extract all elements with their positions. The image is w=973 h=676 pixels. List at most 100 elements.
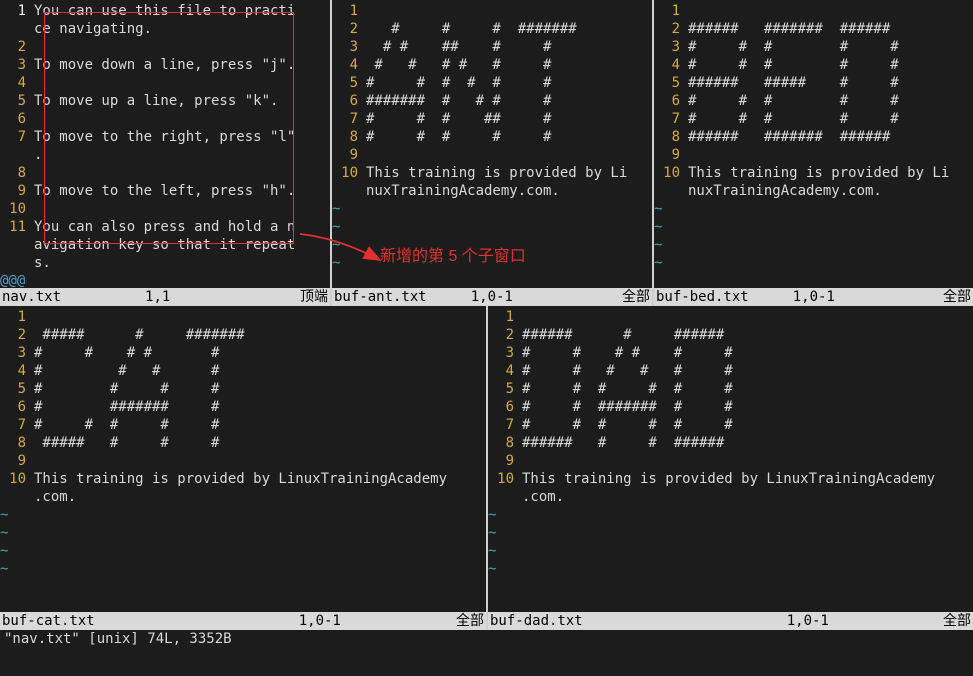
buffer-line[interactable]: 10This training is provided by LinuxTrai… — [488, 470, 973, 488]
buffer-line[interactable]: nuxTrainingAcademy.com. — [654, 182, 973, 200]
line-number: 3 — [488, 344, 522, 362]
buffer-line[interactable]: 3# # # # # # — [488, 344, 973, 362]
line-number: 1 — [488, 308, 522, 326]
buffer-line[interactable]: avigation key so that it repeat — [0, 236, 330, 254]
window-bed[interactable]: 12###### ####### ######3# # # # #4# # # … — [654, 0, 973, 306]
buffer-line[interactable]: 9 — [488, 452, 973, 470]
buffer-line[interactable]: 8 — [0, 164, 330, 182]
command-line[interactable]: "nav.txt" [unix] 74L, 3352B — [0, 630, 973, 648]
buffer-line[interactable]: 4# # # # # # — [488, 362, 973, 380]
window-ant[interactable]: 12 # # # #######3 # # ## # #4 # # # # # … — [332, 0, 652, 306]
line-text: This training is provided by LinuxTraini… — [34, 470, 447, 488]
buffer-line[interactable]: 10 — [0, 200, 330, 218]
buffer-cat[interactable]: 12 ##### # #######3# # # # #4# # # #5# #… — [0, 306, 486, 612]
buffer-dad[interactable]: 12###### # ######3# # # # # #4# # # # # … — [488, 306, 973, 612]
buffer-line[interactable]: 8###### ####### ###### — [654, 128, 973, 146]
status-percent: 全部 — [622, 288, 650, 306]
buffer-line[interactable]: 3To move down a line, press "j". — [0, 56, 330, 74]
buffer-line[interactable]: 11You can also press and hold a n — [0, 218, 330, 236]
buffer-line[interactable]: 7# # # # # # — [488, 416, 973, 434]
buffer-line[interactable]: 1 — [332, 2, 652, 20]
line-text: # # # # # # — [366, 56, 551, 74]
buffer-line[interactable]: 1 — [654, 2, 973, 20]
tilde-row: ~ — [488, 524, 973, 542]
buffer-line[interactable]: 6####### # # # # — [332, 92, 652, 110]
line-text: . — [34, 146, 42, 164]
line-number — [488, 488, 522, 506]
buffer-line[interactable]: 4# # # # # — [654, 56, 973, 74]
status-pos: 1,0-1 — [793, 288, 835, 306]
line-text: s. — [34, 254, 51, 272]
buffer-line[interactable]: 1 — [0, 308, 486, 326]
line-number: 5 — [488, 380, 522, 398]
window-cat[interactable]: 12 ##### # #######3# # # # #4# # # #5# #… — [0, 306, 486, 630]
buffer-line[interactable]: 4# # # # — [0, 362, 486, 380]
status-bed: buf-bed.txt 1,0-1 全部 — [654, 288, 973, 306]
buffer-line[interactable]: 8 ##### # # # — [0, 434, 486, 452]
buffer-line[interactable]: 10This training is provided by Li — [332, 164, 652, 182]
buffer-line[interactable]: 5# # # # # # — [488, 380, 973, 398]
status-percent: 全部 — [943, 288, 971, 306]
line-text: You can use this file to practi — [34, 2, 295, 20]
buffer-line[interactable]: 9To move to the left, press "h". — [0, 182, 330, 200]
tilde-row: ~ — [488, 560, 973, 578]
buffer-line[interactable]: 6 — [0, 110, 330, 128]
line-text: # # # # # # — [522, 416, 733, 434]
window-dad[interactable]: 12###### # ######3# # # # # #4# # # # # … — [488, 306, 973, 630]
buffer-line[interactable]: 7To move to the right, press "l" — [0, 128, 330, 146]
status-percent: 顶端 — [300, 288, 328, 306]
buffer-line[interactable]: 2 — [0, 38, 330, 56]
buffer-line[interactable]: 3# # # # # — [654, 38, 973, 56]
buffer-line[interactable]: .com. — [0, 488, 486, 506]
line-number: 4 — [332, 56, 366, 74]
buffer-line[interactable]: 4 — [0, 74, 330, 92]
line-number: 1 — [654, 2, 688, 20]
buffer-line[interactable]: 1You can use this file to practi — [0, 2, 330, 20]
buffer-line[interactable]: 10This training is provided by LinuxTrai… — [0, 470, 486, 488]
line-number: 8 — [654, 128, 688, 146]
line-number: 7 — [332, 110, 366, 128]
buffer-nav[interactable]: 1You can use this file to practice navig… — [0, 0, 330, 288]
line-number: 9 — [332, 146, 366, 164]
buffer-line[interactable]: 2 # # # ####### — [332, 20, 652, 38]
line-text: avigation key so that it repeat — [34, 236, 295, 254]
line-number: 1 — [0, 308, 34, 326]
buffer-line[interactable]: 4 # # # # # # — [332, 56, 652, 74]
buffer-line[interactable]: s. — [0, 254, 330, 272]
tilde-row: ~ — [654, 200, 973, 218]
buffer-line[interactable]: 5# # # # — [0, 380, 486, 398]
buffer-line[interactable]: 7# # # # # — [654, 110, 973, 128]
line-text: nuxTrainingAcademy.com. — [366, 182, 560, 200]
buffer-line[interactable]: . — [0, 146, 330, 164]
buffer-line[interactable]: 3 # # ## # # — [332, 38, 652, 56]
buffer-line[interactable]: .com. — [488, 488, 973, 506]
buffer-line[interactable]: nuxTrainingAcademy.com. — [332, 182, 652, 200]
buffer-line[interactable]: 6# ####### # — [0, 398, 486, 416]
line-text: ##### # ####### — [34, 326, 245, 344]
buffer-line[interactable]: 8# # # # # — [332, 128, 652, 146]
buffer-line[interactable]: 8###### # # ###### — [488, 434, 973, 452]
status-pos: 1,1 — [145, 288, 170, 306]
buffer-line[interactable]: 7# # # # # — [0, 416, 486, 434]
buffer-line[interactable]: 1 — [488, 308, 973, 326]
buffer-line[interactable]: 9 — [0, 452, 486, 470]
buffer-line[interactable]: 2###### # ###### — [488, 326, 973, 344]
buffer-line[interactable]: 5# # # # # # — [332, 74, 652, 92]
buffer-line[interactable]: 6# # # # # — [654, 92, 973, 110]
buffer-line[interactable]: 9 — [654, 146, 973, 164]
buffer-line[interactable]: 3# # # # # — [0, 344, 486, 362]
buffer-ant[interactable]: 12 # # # #######3 # # ## # #4 # # # # # … — [332, 0, 652, 288]
buffer-line[interactable]: 6# # ####### # # — [488, 398, 973, 416]
buffer-line[interactable]: 5To move up a line, press "k". — [0, 92, 330, 110]
tilde-row: ~ — [0, 542, 486, 560]
buffer-bed[interactable]: 12###### ####### ######3# # # # #4# # # … — [654, 0, 973, 288]
buffer-line[interactable]: 5###### ##### # # — [654, 74, 973, 92]
window-nav[interactable]: 1You can use this file to practice navig… — [0, 0, 330, 306]
buffer-line[interactable]: 9 — [332, 146, 652, 164]
buffer-line[interactable]: 7# # # ## # — [332, 110, 652, 128]
buffer-line[interactable]: ce navigating. — [0, 20, 330, 38]
buffer-line[interactable]: 2###### ####### ###### — [654, 20, 973, 38]
buffer-line[interactable]: 2 ##### # ####### — [0, 326, 486, 344]
bottom-split-row: 12 ##### # #######3# # # # #4# # # #5# #… — [0, 306, 973, 630]
buffer-line[interactable]: 10This training is provided by Li — [654, 164, 973, 182]
